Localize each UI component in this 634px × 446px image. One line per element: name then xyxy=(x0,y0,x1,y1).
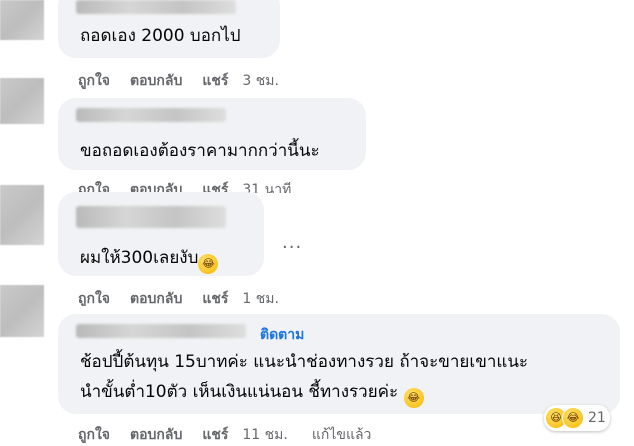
like-button[interactable]: ถูกใจ xyxy=(78,179,110,193)
comment-actions: ถูกใจ ตอบกลับ แชร์ 31 นาที xyxy=(78,179,315,193)
more-options-icon[interactable]: ... xyxy=(282,232,302,253)
avatar[interactable] xyxy=(0,285,44,337)
edited-label[interactable]: แก้ไขแล้ว xyxy=(312,424,372,446)
comment-timestamp[interactable]: 1 ชม. xyxy=(242,290,279,306)
rolling-laughing-emoji-icon: 😂 xyxy=(198,254,219,274)
comment-text: ผมให้300เลยงับ xyxy=(80,248,199,268)
reply-button[interactable]: ตอบกลับ xyxy=(130,179,182,193)
like-button[interactable]: ถูกใจ xyxy=(78,424,110,446)
comment-actions: ถูกใจ ตอบกลับ แชร์ 3 ชม. xyxy=(78,70,303,92)
comment-bubble: ติดตาม ช้อปปี้ต้นทุน 15บาทค่ะ แนะนำช่องท… xyxy=(58,314,620,414)
reply-button[interactable]: ตอบกลับ xyxy=(130,290,182,306)
share-button[interactable]: แชร์ xyxy=(202,290,228,306)
comment-text-line-1: ช้อปปี้ต้นทุน 15บาทค่ะ แนะนำช่องทางรวย ถ… xyxy=(80,352,529,372)
comment-text: ถอดเอง 2000 บอกไป xyxy=(80,26,241,46)
comment-timestamp[interactable]: 11 ชม. xyxy=(242,424,287,446)
comment-bubble: ขอถอดเองต้องราคามากกว่านี้นะ xyxy=(58,98,366,170)
avatar[interactable] xyxy=(0,0,44,40)
comment-timestamp[interactable]: 3 ชม. xyxy=(242,70,279,92)
comment-text-line-2: นำขั้นต่ำ10ตัว เห็นเงินแน่นอน ชี้ทางรวยค… xyxy=(80,382,399,402)
commenter-name-redacted xyxy=(76,206,226,228)
reply-button[interactable]: ตอบกลับ xyxy=(130,424,182,446)
comment-actions: ถูกใจ ตอบกลับ แชร์ 11 ชม. แก้ไขแล้ว xyxy=(78,424,395,446)
commenter-name-redacted xyxy=(76,108,226,122)
like-button[interactable]: ถูกใจ xyxy=(78,290,110,306)
commenter-name-redacted xyxy=(76,324,246,338)
reaction-count: 21 xyxy=(588,410,606,426)
share-button[interactable]: แชร์ xyxy=(202,179,228,193)
comment-actions: ถูกใจ ตอบกลับ แชร์ 1 ชม. xyxy=(78,290,303,306)
comment-timestamp[interactable]: 31 นาที xyxy=(242,179,291,193)
comment-text: ขอถอดเองต้องราคามากกว่านี้นะ xyxy=(80,141,320,161)
follow-button[interactable]: ติดตาม xyxy=(260,324,304,346)
comment-text-row: ผมให้300เลยงับ 😂 xyxy=(80,245,219,274)
commenter-name-redacted xyxy=(76,0,236,14)
rolling-laughing-emoji-icon: 😂 xyxy=(403,388,424,408)
laugh-reaction-icon: 😂 xyxy=(562,407,584,429)
avatar[interactable] xyxy=(0,185,44,245)
share-button[interactable]: แชร์ xyxy=(202,70,228,92)
like-button[interactable]: ถูกใจ xyxy=(78,70,110,92)
reply-button[interactable]: ตอบกลับ xyxy=(130,70,182,92)
comment-bubble: ผมให้300เลยงับ 😂 xyxy=(58,192,264,276)
reaction-summary[interactable]: 😆 😂 21 xyxy=(544,405,610,431)
share-button[interactable]: แชร์ xyxy=(202,424,228,446)
comment-text-row: นำขั้นต่ำ10ตัว เห็นเงินแน่นอน ชี้ทางรวยค… xyxy=(80,379,424,408)
comment-bubble: ถอดเอง 2000 บอกไป xyxy=(58,0,280,58)
avatar[interactable] xyxy=(0,78,44,124)
